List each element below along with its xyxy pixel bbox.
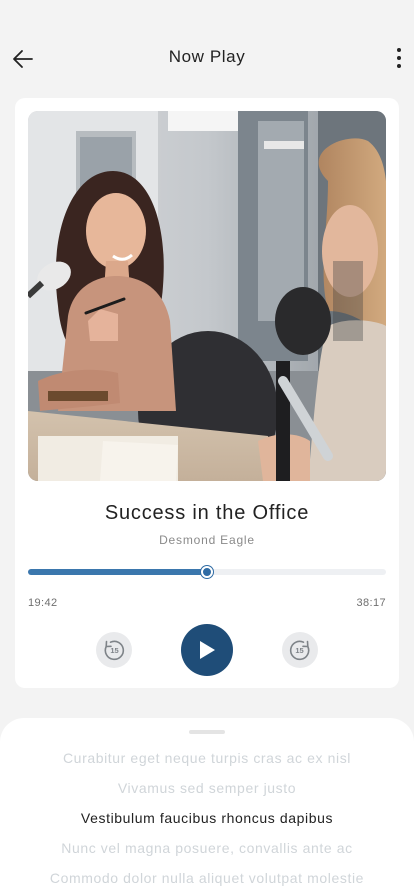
rewind-15-button[interactable]: 15 xyxy=(96,632,132,668)
podcast-cover-image xyxy=(28,111,386,481)
rewind-15-icon: 15 xyxy=(104,640,125,661)
player-card: Success in the Office Desmond Eagle 19:4… xyxy=(15,98,399,688)
lyric-line: Commodo dolor nulla aliquet volutpat mol… xyxy=(49,870,365,886)
more-options-button[interactable] xyxy=(392,45,406,71)
elapsed-time: 19:42 xyxy=(28,597,58,609)
track-title: Success in the Office xyxy=(104,502,310,524)
more-vertical-icon xyxy=(397,48,401,52)
total-duration: 38:17 xyxy=(356,597,386,609)
progress-thumb[interactable] xyxy=(201,566,213,578)
top-bar: Now Play xyxy=(0,0,414,96)
svg-text:15: 15 xyxy=(110,646,118,655)
lyric-line: Nunc vel magna posuere, convallis ante a… xyxy=(61,840,353,856)
svg-text:15: 15 xyxy=(295,646,303,655)
lyric-line: Vivamus sed semper justo xyxy=(117,780,297,796)
lyrics-sheet[interactable]: Curabitur eget neque turpis cras ac ex n… xyxy=(0,718,414,896)
play-button[interactable] xyxy=(181,624,233,676)
progress-fill xyxy=(28,569,207,575)
track-artist: Desmond Eagle xyxy=(159,533,255,547)
page-title: Now Play xyxy=(168,47,246,66)
lyric-line-active: Vestibulum faucibus rhoncus dapibus xyxy=(80,810,334,826)
playback-controls: 15 15 xyxy=(15,624,399,676)
play-icon xyxy=(200,641,215,659)
sheet-drag-handle[interactable] xyxy=(189,730,225,734)
progress-slider[interactable] xyxy=(28,566,386,578)
forward-15-icon: 15 xyxy=(289,640,310,661)
forward-15-button[interactable]: 15 xyxy=(282,632,318,668)
lyric-line: Curabitur eget neque turpis cras ac ex n… xyxy=(62,750,352,766)
